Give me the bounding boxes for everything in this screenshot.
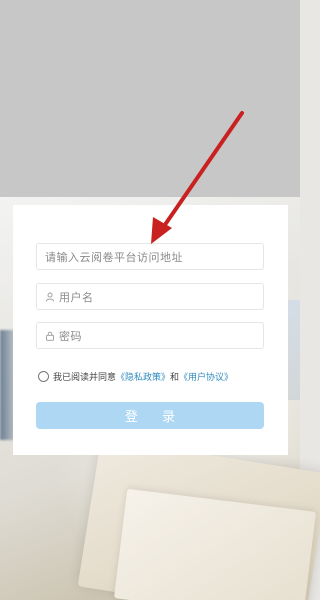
user-icon	[45, 292, 55, 301]
login-button-label: 登 录	[124, 410, 186, 425]
agree-prefix-text: 我已阅读并同意	[53, 372, 117, 383]
top-placeholder-area	[0, 0, 300, 197]
platform-url-input[interactable]: 请输入云阅卷平台访问地址	[36, 243, 264, 270]
login-button[interactable]: 登 录	[36, 402, 264, 429]
agreement-row: 我已阅读并同意 《隐私政策》 和 《用户协议》	[38, 368, 233, 384]
agree-and-text: 和	[170, 372, 180, 383]
platform-url-placeholder: 请输入云阅卷平台访问地址	[45, 250, 183, 264]
privacy-policy-link[interactable]: 《隐私政策》	[116, 370, 170, 383]
username-placeholder: 用户名	[59, 290, 94, 304]
agree-radio[interactable]	[38, 370, 49, 382]
password-placeholder: 密码	[59, 329, 82, 343]
username-input[interactable]: 用户名	[36, 283, 264, 310]
user-agreement-link[interactable]: 《用户协议》	[179, 370, 233, 383]
password-input[interactable]: 密码	[36, 322, 264, 349]
lock-icon	[46, 331, 54, 341]
